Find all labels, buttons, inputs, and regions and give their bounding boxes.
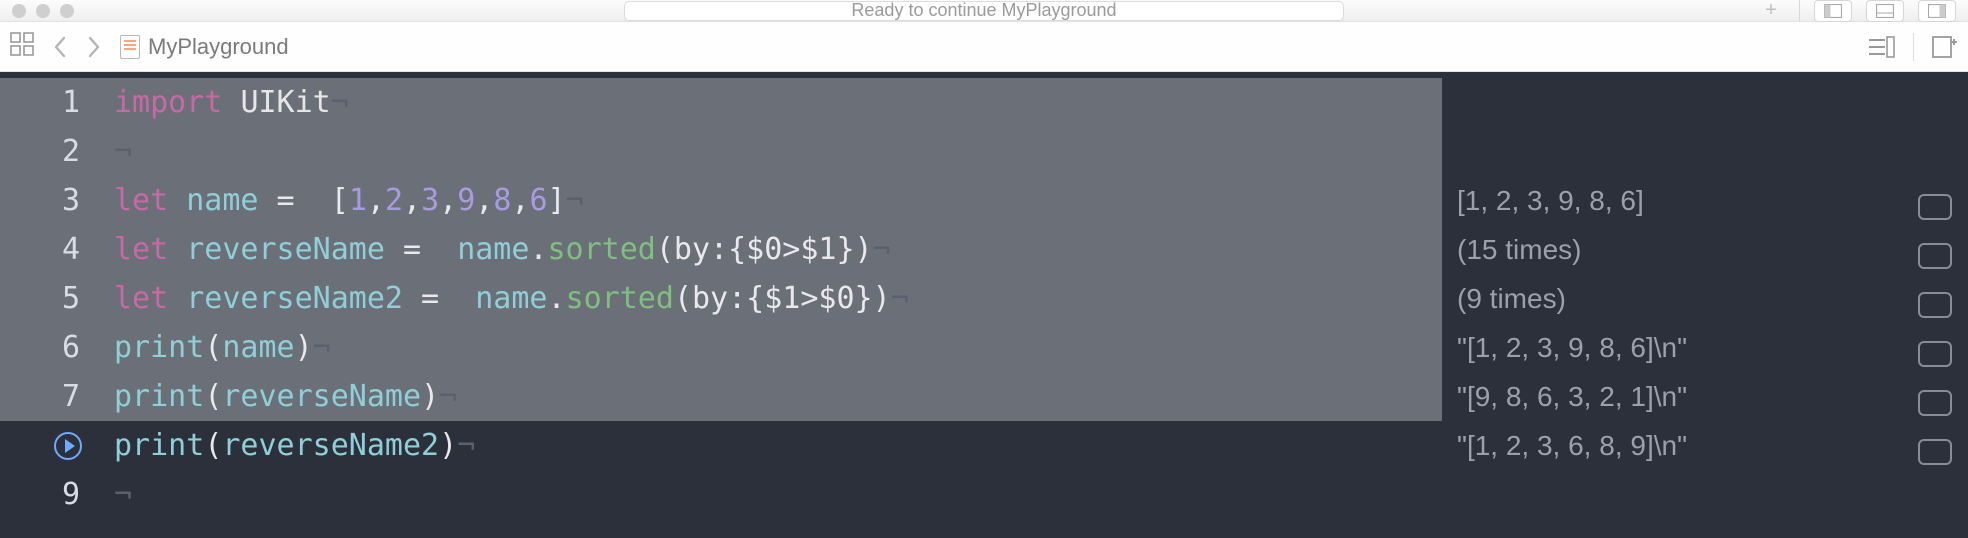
code-line[interactable]: import UIKit¬ — [96, 78, 1442, 127]
code-line[interactable]: print(reverseName2)¬ — [96, 421, 1442, 470]
result-value — [1443, 470, 1968, 519]
jump-bar-filename: MyPlayground — [148, 34, 289, 60]
related-items-icon[interactable] — [10, 32, 34, 61]
minimize-dot[interactable] — [36, 4, 50, 18]
line-view-icon[interactable] — [1867, 36, 1895, 58]
code-line[interactable]: print(reverseName)¬ — [96, 372, 1442, 421]
code-line[interactable]: print(name)¬ — [96, 323, 1442, 372]
history-forward-button[interactable] — [86, 35, 102, 59]
line-number[interactable]: 9 — [0, 470, 96, 519]
jump-bar: MyPlayground — [0, 22, 1968, 72]
line-number[interactable]: 4 — [0, 225, 96, 274]
result-value[interactable]: "[1, 2, 3, 6, 8, 9]\n" — [1443, 421, 1968, 470]
code-line[interactable]: ¬ — [96, 470, 1442, 519]
jump-bar-file[interactable]: MyPlayground — [120, 34, 289, 60]
line-number[interactable]: 5 — [0, 274, 96, 323]
add-assistant-icon[interactable] — [1932, 36, 1958, 58]
result-value — [1443, 78, 1968, 127]
line-number-gutter[interactable]: 1234567 9 — [0, 72, 96, 538]
quick-look-button[interactable] — [1918, 194, 1952, 220]
line-number[interactable] — [0, 421, 96, 470]
result-value[interactable]: [1, 2, 3, 9, 8, 6] — [1443, 176, 1968, 225]
close-dot[interactable] — [12, 4, 26, 18]
traffic-lights — [12, 4, 74, 18]
result-value[interactable]: "[9, 8, 6, 3, 2, 1]\n" — [1443, 372, 1968, 421]
run-line-button[interactable] — [54, 432, 82, 460]
code-line[interactable]: ¬ — [96, 127, 1442, 176]
result-value[interactable]: (9 times) — [1443, 274, 1968, 323]
source-editor[interactable]: import UIKit¬¬let name = [1,2,3,9,8,6]¬l… — [96, 72, 1442, 538]
quick-look-button[interactable] — [1918, 390, 1952, 416]
line-number[interactable]: 2 — [0, 127, 96, 176]
quick-look-button[interactable] — [1918, 341, 1952, 367]
zoom-dot[interactable] — [60, 4, 74, 18]
activity-status-text: Ready to continue MyPlayground — [851, 1, 1116, 21]
activity-viewer[interactable]: Ready to continue MyPlayground — [624, 1, 1344, 21]
add-tab-button[interactable]: + — [1757, 0, 1785, 22]
code-line[interactable]: let name = [1,2,3,9,8,6]¬ — [96, 176, 1442, 225]
assistant-editor-button[interactable] — [1866, 0, 1904, 22]
line-number[interactable]: 6 — [0, 323, 96, 372]
quick-look-button[interactable] — [1918, 292, 1952, 318]
result-value[interactable]: "[1, 2, 3, 9, 8, 6]\n" — [1443, 323, 1968, 372]
swift-file-icon — [120, 35, 140, 59]
jump-bar-right — [1867, 33, 1958, 61]
titlebar: Ready to continue MyPlayground + — [0, 0, 1968, 22]
results-sidebar: [1, 2, 3, 9, 8, 6](15 times)(9 times)"[1… — [1442, 72, 1968, 538]
standard-editor-button[interactable] — [1814, 0, 1852, 22]
version-editor-button[interactable] — [1918, 0, 1956, 22]
history-back-button[interactable] — [52, 35, 68, 59]
result-value[interactable]: (15 times) — [1443, 225, 1968, 274]
line-number[interactable]: 7 — [0, 372, 96, 421]
quick-look-button[interactable] — [1918, 243, 1952, 269]
quick-look-button[interactable] — [1918, 439, 1952, 465]
line-number[interactable]: 3 — [0, 176, 96, 225]
result-value — [1443, 127, 1968, 176]
code-line[interactable]: let reverseName = name.sorted(by:{$0>$1}… — [96, 225, 1442, 274]
line-number[interactable]: 1 — [0, 78, 96, 127]
titlebar-right-controls: + — [1757, 0, 1956, 22]
editor-area: 12345679 import UIKit¬¬let name = [1,2,3… — [0, 72, 1968, 538]
quick-look-column — [1902, 72, 1968, 538]
code-pane: 12345679 import UIKit¬¬let name = [1,2,3… — [0, 72, 1442, 538]
code-line[interactable]: let reverseName2 = name.sorted(by:{$1>$0… — [96, 274, 1442, 323]
xcode-playground-window: Ready to continue MyPlayground + — [0, 0, 1968, 538]
divider — [1913, 33, 1914, 61]
divider — [1799, 0, 1800, 22]
